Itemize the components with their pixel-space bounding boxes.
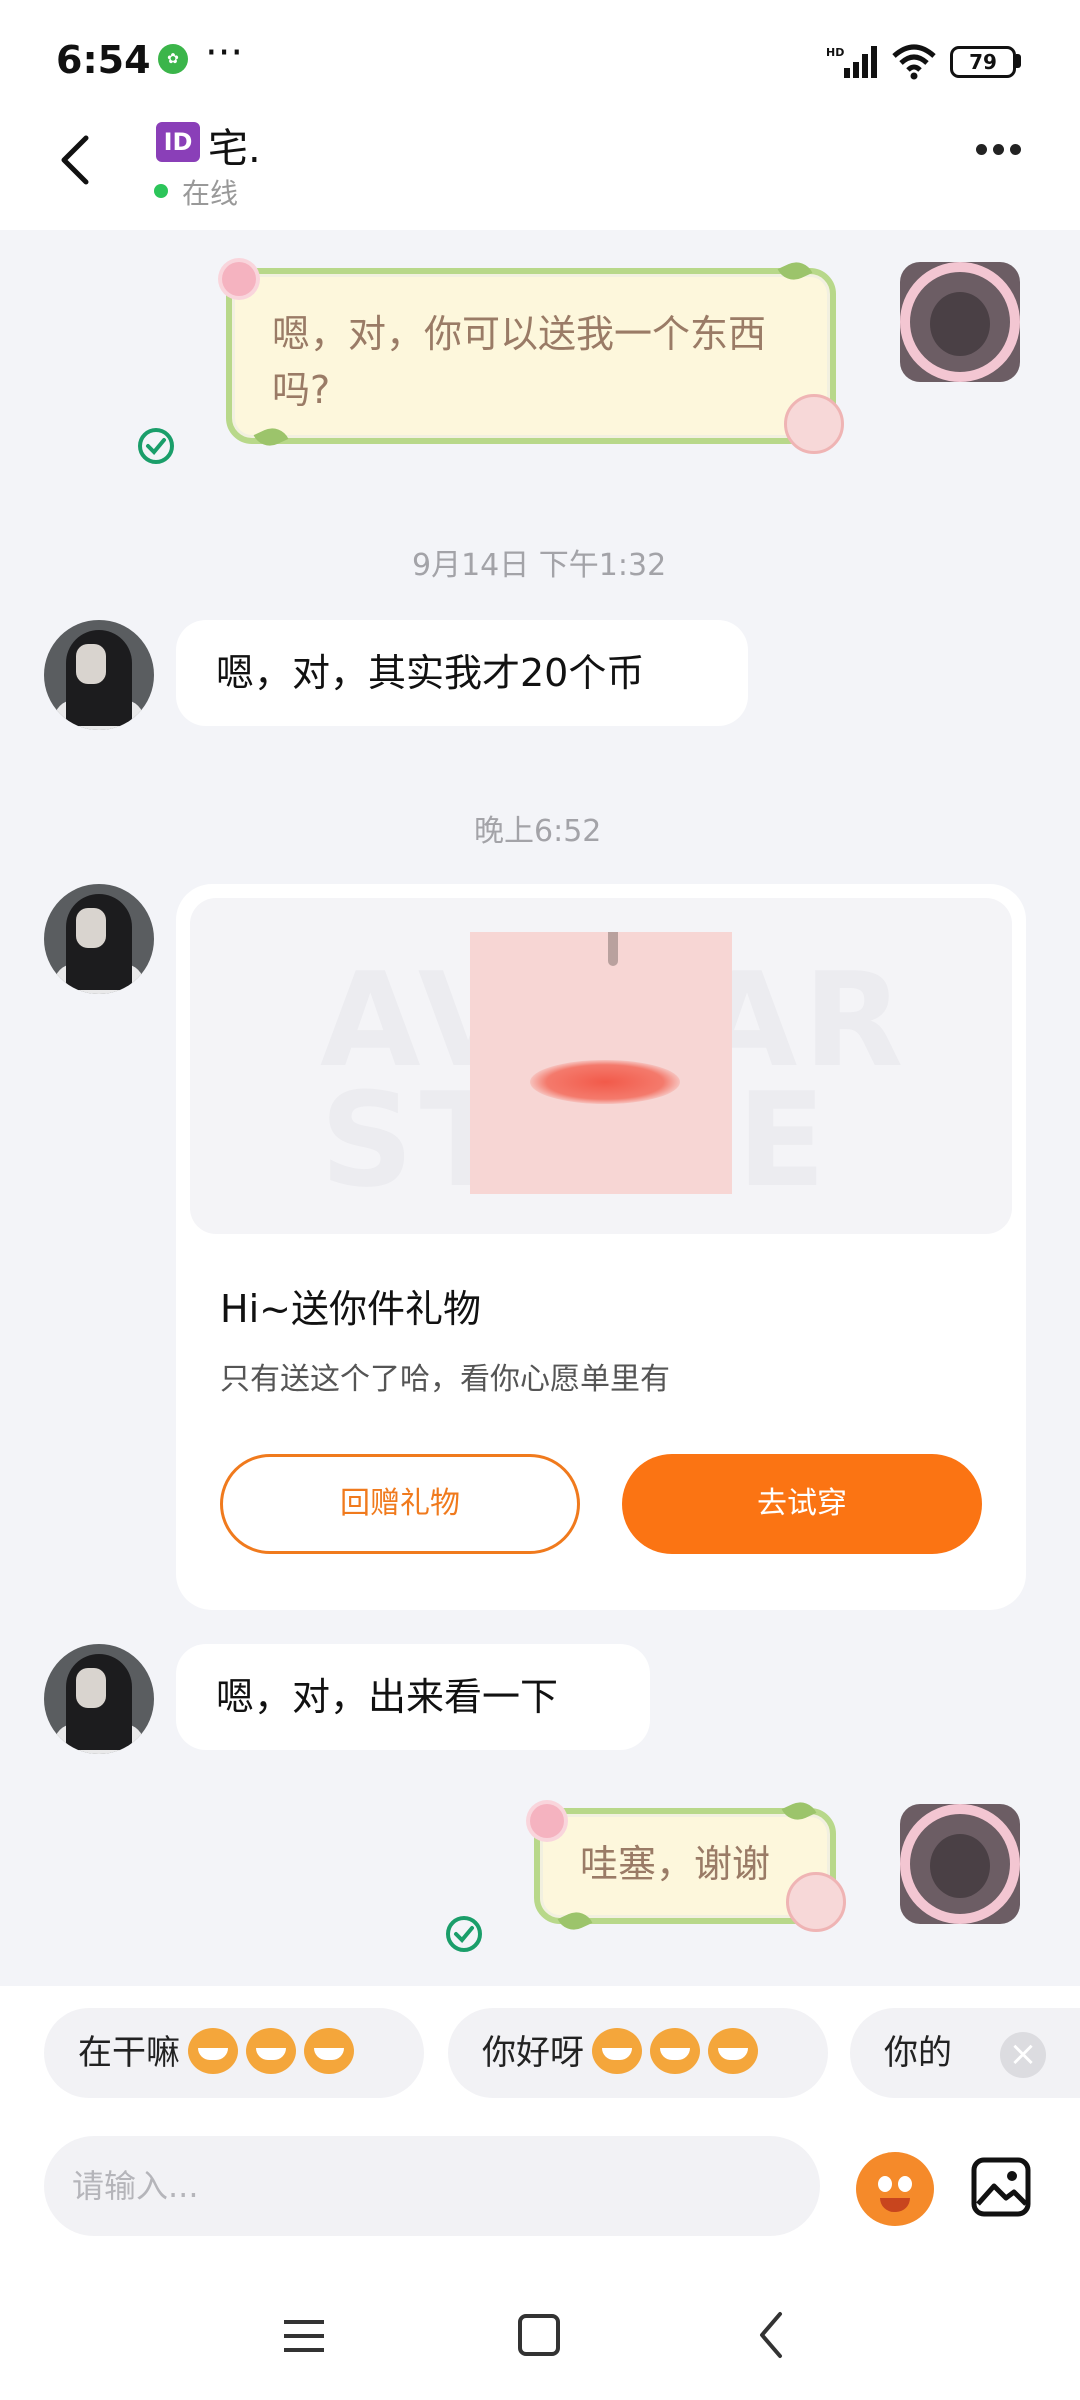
received-message-bubble[interactable]: 嗯，对，出来看一下 xyxy=(176,1644,650,1750)
close-quick-replies-icon[interactable]: × xyxy=(1000,2032,1046,2078)
id-emoji-badge: ID xyxy=(156,122,200,162)
contact-name[interactable]: 宅. xyxy=(208,116,261,174)
flower-decoration xyxy=(530,1804,564,1838)
read-check-icon xyxy=(446,1916,482,1952)
return-gift-button[interactable]: 回赠礼物 xyxy=(220,1454,580,1554)
message-text: 嗯，对，出来看一下 xyxy=(216,1675,559,1719)
my-avatar[interactable] xyxy=(900,262,1020,382)
teapot-decoration xyxy=(784,394,844,454)
read-check-icon xyxy=(138,428,174,464)
message-input[interactable] xyxy=(44,2136,820,2236)
teapot-decoration xyxy=(786,1872,846,1932)
more-options-icon[interactable] xyxy=(976,140,1032,180)
grin-emoji-icon xyxy=(188,2027,238,2074)
timestamp: 晚上6:52 xyxy=(474,814,602,849)
surprised-emoji-icon xyxy=(708,2027,758,2074)
app-notification-icon: ✿ xyxy=(158,44,188,74)
message-text: 嗯，对，你可以送我一个东西吗? xyxy=(272,312,767,412)
online-status-dot xyxy=(154,184,168,198)
message-text: 哇塞，谢谢 xyxy=(580,1842,771,1886)
contact-avatar[interactable] xyxy=(44,884,154,994)
try-on-button[interactable]: 去试穿 xyxy=(622,1454,982,1554)
quick-reply-label: 你好呀 xyxy=(482,2033,584,2073)
back-icon[interactable] xyxy=(56,130,96,190)
status-more-icon: ··· xyxy=(205,30,244,76)
gift-item-nose xyxy=(608,932,618,966)
emoji-mascot-icon[interactable] xyxy=(856,2152,934,2226)
received-message-bubble[interactable]: 嗯，对，其实我才20个币 xyxy=(176,620,748,726)
sent-message-bubble[interactable]: 嗯，对，你可以送我一个东西吗? xyxy=(226,268,836,444)
battery-icon: 79 xyxy=(950,46,1016,78)
timestamp: 9月14日 下午1:32 xyxy=(412,548,667,583)
contact-avatar[interactable] xyxy=(44,620,154,730)
gift-title: Hi~送你件礼物 xyxy=(220,1287,481,1331)
online-status-text: 在线 xyxy=(182,177,239,210)
wifi-icon xyxy=(892,44,936,80)
surprised-emoji-icon xyxy=(650,2027,700,2074)
grin-emoji-icon xyxy=(246,2027,296,2074)
image-picker-icon[interactable] xyxy=(970,2156,1032,2218)
nav-back-icon[interactable] xyxy=(756,2310,786,2360)
battery-tip xyxy=(1016,54,1021,68)
quick-reply-chip[interactable]: 在干嘛 xyxy=(44,2008,424,2098)
quick-reply-label: 在干嘛 xyxy=(78,2033,180,2073)
signal-icon: HD xyxy=(826,46,877,78)
flower-decoration xyxy=(222,262,256,296)
nav-menu-icon[interactable] xyxy=(282,2316,326,2356)
contact-avatar[interactable] xyxy=(44,1644,154,1754)
quick-reply-label: 你的 xyxy=(884,2033,952,2073)
svg-text:HD: HD xyxy=(826,46,844,59)
gift-item-lips xyxy=(530,1060,680,1104)
grin-emoji-icon xyxy=(304,2027,354,2074)
gift-subtitle: 只有送这个了哈，看你心愿单里有 xyxy=(220,1362,670,1397)
quick-reply-chip[interactable]: 你好呀 xyxy=(448,2008,828,2098)
message-text: 嗯，对，其实我才20个币 xyxy=(216,651,645,695)
surprised-emoji-icon xyxy=(592,2027,642,2074)
my-avatar[interactable] xyxy=(900,1804,1020,1924)
nav-home-icon[interactable] xyxy=(518,2314,560,2356)
status-time: 6:54 xyxy=(56,38,151,82)
